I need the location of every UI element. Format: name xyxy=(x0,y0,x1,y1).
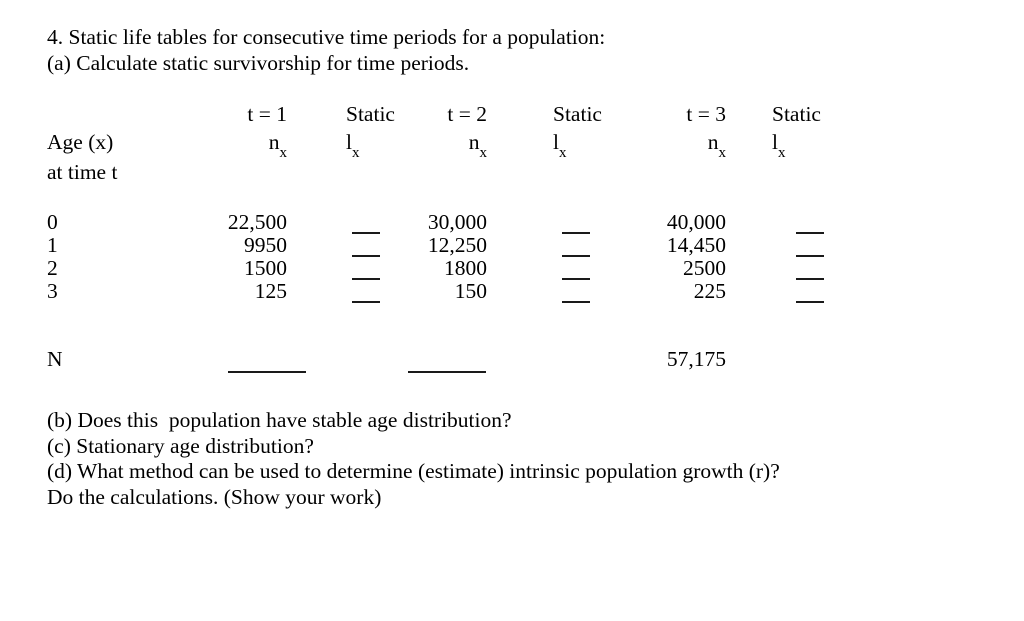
header-nx-2: nx xyxy=(468,130,487,162)
cell-n3: 225 xyxy=(693,279,726,303)
table-row: 0 22,500 30,000 40,000 xyxy=(0,211,1024,234)
blank-total-n2[interactable] xyxy=(408,371,486,373)
header-at-time-label: at time t xyxy=(47,160,118,184)
cell-n2: 12,250 xyxy=(427,233,487,257)
intro-line-2: (a) Calculate static survivorship for ti… xyxy=(47,51,470,75)
table-row: 2 1500 1800 2500 xyxy=(0,257,1024,280)
cell-n2: 1800 xyxy=(444,256,487,280)
outro-line-c: (c) Stationary age distribution? xyxy=(47,433,314,458)
outro-line-b: (b) Does this population have stable age… xyxy=(47,408,512,432)
outro-line-do: Do the calculations. (Show your work) xyxy=(47,484,382,509)
header-t3: t = 3 xyxy=(686,102,726,126)
outro-block: (b) Does this population have stable age… xyxy=(47,408,1007,510)
cell-n2: 30,000 xyxy=(427,210,487,234)
header-t1: t = 1 xyxy=(247,102,287,126)
blank-lx-2[interactable] xyxy=(562,301,590,303)
cell-n1: 125 xyxy=(254,279,287,303)
blank-total-n1[interactable] xyxy=(228,371,306,373)
table-header-row-symbols: Age (x) nx lx nx lx nx lx xyxy=(0,130,1024,162)
blank-lx-3[interactable] xyxy=(796,301,824,303)
cell-n1: 22,500 xyxy=(227,210,287,234)
cell-n3: 40,000 xyxy=(666,210,726,234)
cell-n3: 14,450 xyxy=(666,233,726,257)
header-t2: t = 2 xyxy=(447,102,487,126)
cell-total-n3: 57,175 xyxy=(666,347,726,371)
cell-n1: 1500 xyxy=(244,256,287,280)
header-lx-3: lx xyxy=(772,130,786,162)
outro-line-d: (d) What method can be used to determine… xyxy=(47,459,780,483)
header-nx-3: nx xyxy=(707,130,726,162)
intro-line-1: 4. Static life tables for consecutive ti… xyxy=(47,25,606,49)
table-header-row-attime: at time t xyxy=(0,161,1024,184)
blank-lx-1[interactable] xyxy=(352,301,380,303)
table-header-row-period: t = 1 Static t = 2 Static t = 3 Static xyxy=(0,103,1024,126)
cell-n3: 2500 xyxy=(683,256,726,280)
cell-total-label: N xyxy=(47,347,63,371)
cell-n1: 9950 xyxy=(244,233,287,257)
table-row: 3 125 150 225 xyxy=(0,280,1024,303)
table-total-row: N 57,175 xyxy=(0,347,1024,373)
header-nx-1: nx xyxy=(268,130,287,162)
header-static-3: Static xyxy=(772,102,821,126)
intro-block: 4. Static life tables for consecutive ti… xyxy=(47,24,947,76)
table-row: 1 9950 12,250 14,450 xyxy=(0,234,1024,257)
worksheet-page: 4. Static life tables for consecutive ti… xyxy=(0,0,1024,621)
cell-n2: 150 xyxy=(454,279,487,303)
